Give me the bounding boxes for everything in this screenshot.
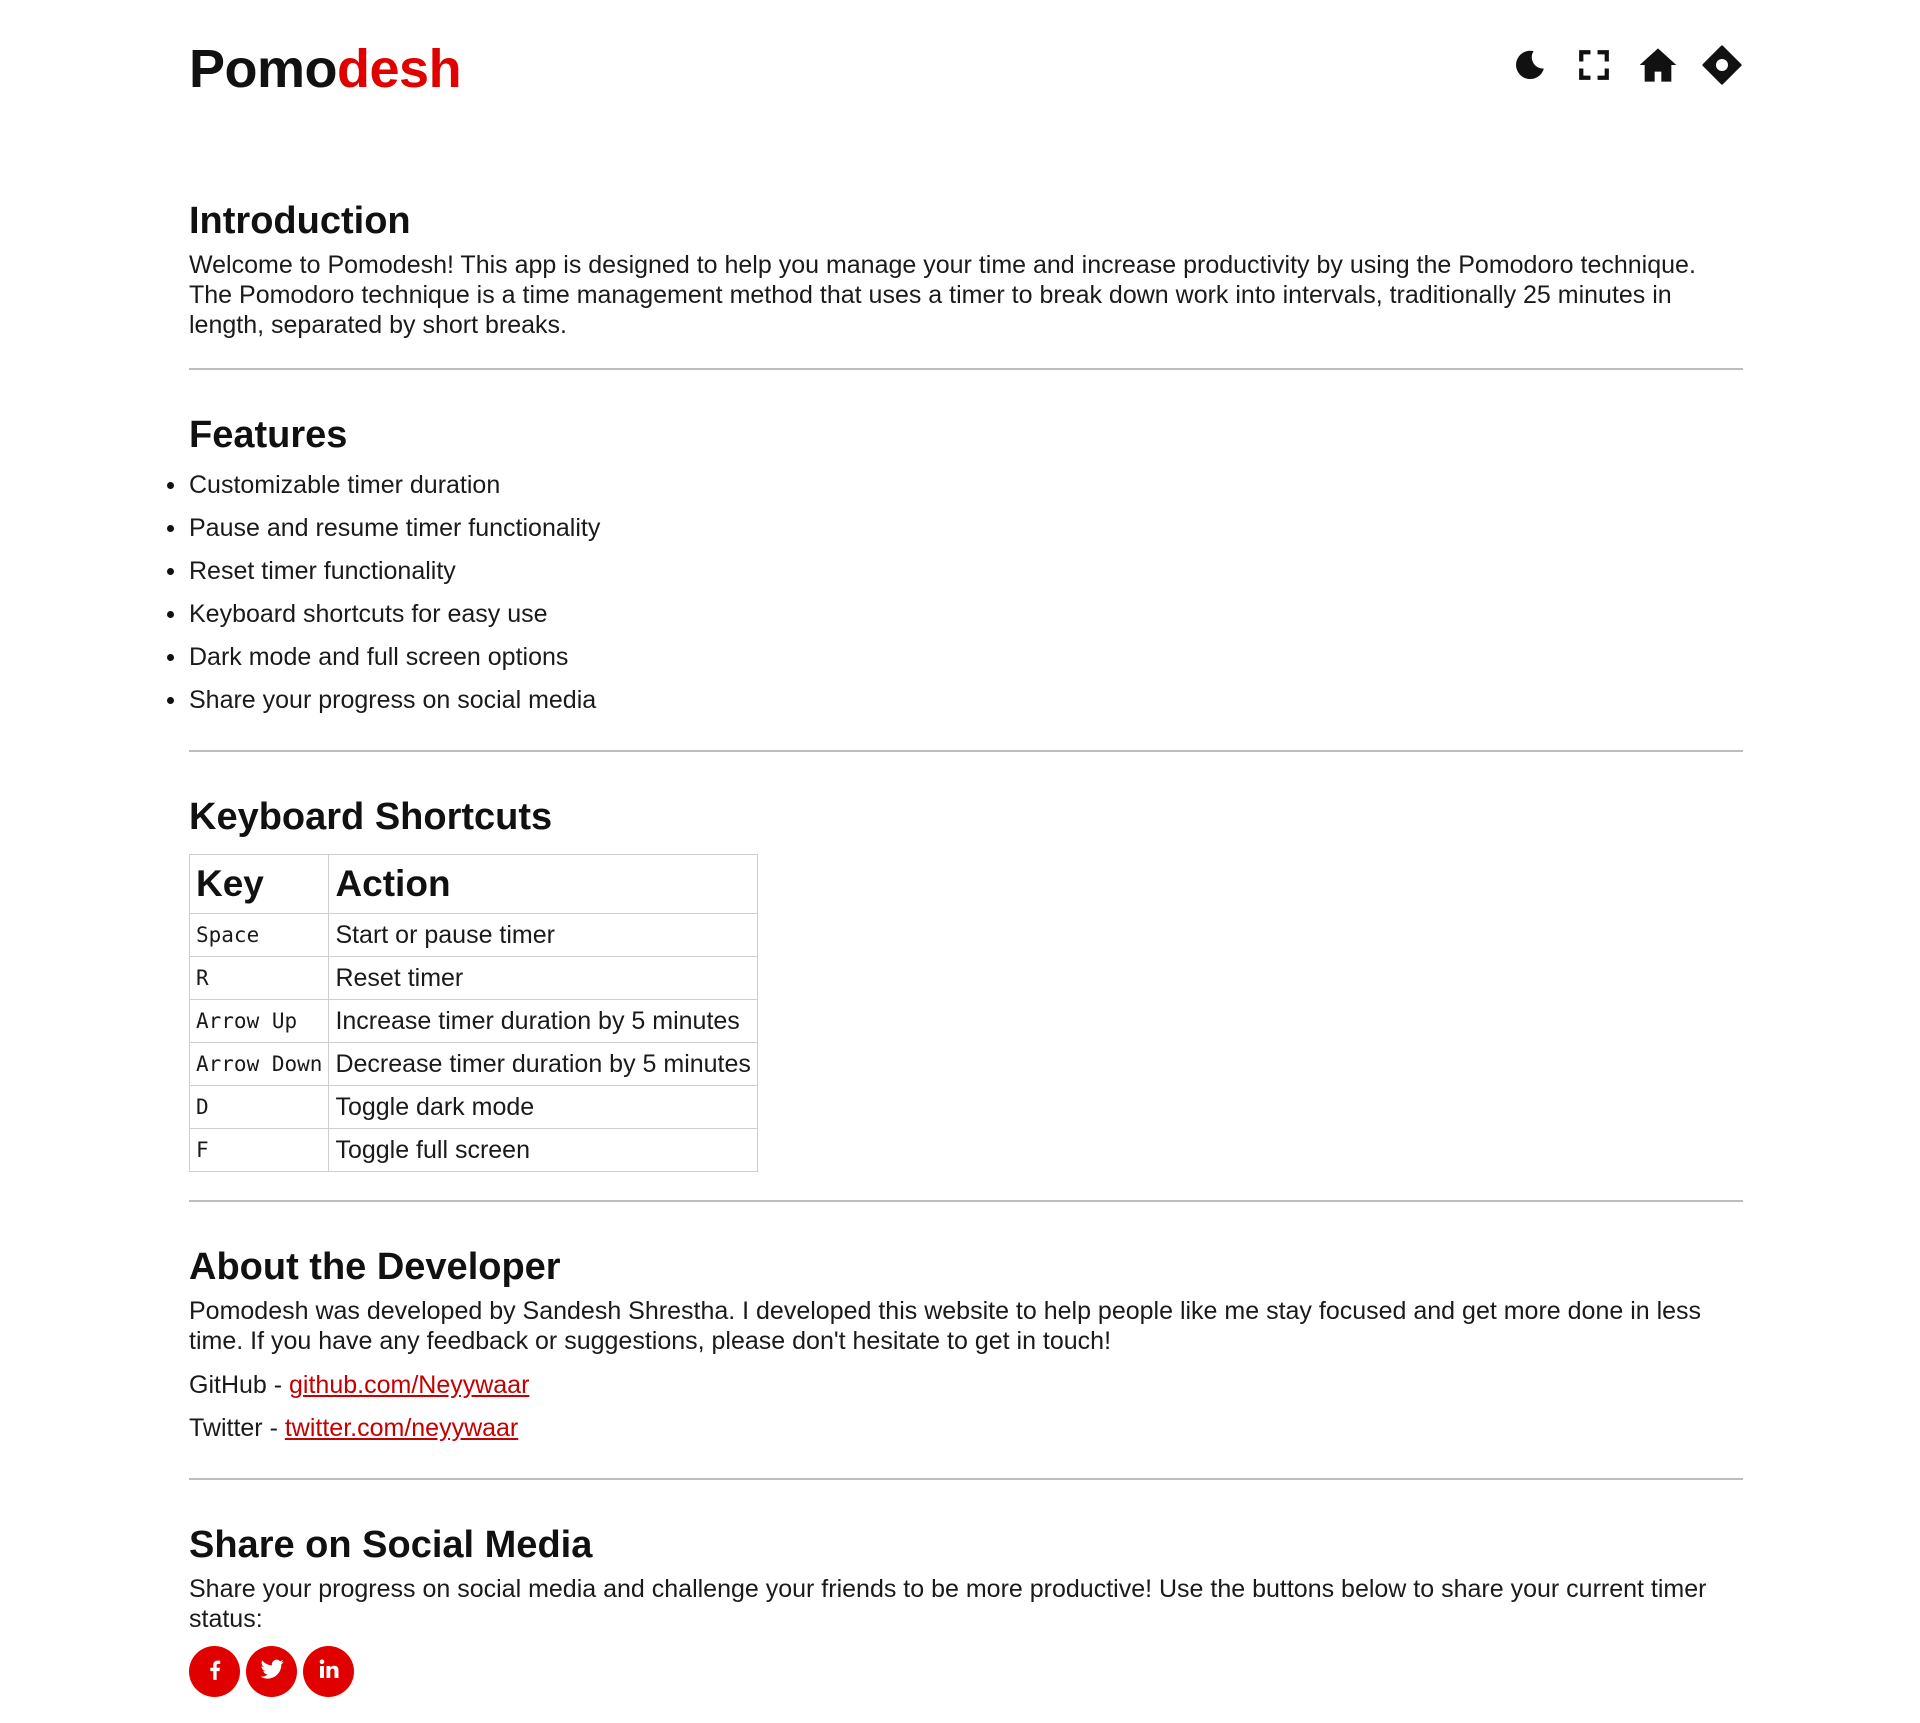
table-row: R Reset timer — [188, 956, 758, 1000]
shortcut-key: Arrow Up — [188, 999, 330, 1043]
shortcut-key: Space — [188, 913, 330, 957]
list-item: Reset timer functionality — [167, 550, 1743, 593]
table-row: Space Start or pause timer — [188, 913, 758, 957]
shortcuts-table: Key Action Space Start or pause timer R … — [188, 854, 758, 1172]
developer-links: GitHub - github.com/Neyywaar Twitter - t… — [189, 1364, 1743, 1450]
twitter-label: Twitter - — [189, 1414, 285, 1442]
twitter-row: Twitter - twitter.com/neyywaar — [189, 1407, 1743, 1450]
shortcut-action: Start or pause timer — [328, 913, 758, 957]
developer-section: About the Developer Pomodesh was develop… — [189, 1202, 1743, 1480]
list-item: Dark mode and full screen options — [167, 636, 1743, 679]
shortcut-action: Increase timer duration by 5 minutes — [328, 999, 758, 1043]
introduction-text: Welcome to Pomodesh! This app is designe… — [189, 251, 1696, 339]
shortcut-key: R — [188, 956, 330, 1000]
features-section: Features Customizable timer duration Pau… — [167, 370, 1743, 752]
shortcuts-section: Keyboard Shortcuts Key Action Space Star… — [188, 752, 1743, 1202]
table-header-row: Key Action — [188, 854, 758, 914]
moon-icon[interactable] — [1509, 44, 1551, 86]
twitter-link[interactable]: twitter.com/neyywaar — [285, 1414, 518, 1442]
table-row: D Toggle dark mode — [188, 1085, 758, 1129]
linkedin-icon — [317, 1657, 341, 1686]
facebook-icon — [202, 1656, 228, 1687]
fullscreen-icon[interactable] — [1573, 44, 1615, 86]
features-title: Features — [189, 414, 348, 456]
facebook-share-button[interactable] — [189, 1646, 240, 1697]
shortcut-action: Reset timer — [328, 956, 758, 1000]
github-link[interactable]: github.com/Neyywaar — [289, 1371, 529, 1399]
social-text: Share your progress on social media and … — [189, 1575, 1707, 1633]
list-item: Keyboard shortcuts for easy use — [167, 593, 1743, 636]
location-diamond-icon[interactable] — [1701, 44, 1743, 86]
social-section: Share on Social Media Share your progres… — [189, 1480, 1743, 1697]
logo-part-2: desh — [337, 39, 462, 99]
shortcut-key: D — [188, 1085, 330, 1129]
linkedin-share-button[interactable] — [303, 1646, 354, 1697]
list-item: Customizable timer duration — [167, 464, 1743, 507]
twitter-share-button[interactable] — [246, 1646, 297, 1697]
shortcuts-title: Keyboard Shortcuts — [189, 796, 553, 838]
introduction-title: Introduction — [189, 200, 411, 242]
list-item: Pause and resume timer functionality — [167, 507, 1743, 550]
shortcut-key: F — [188, 1128, 330, 1172]
twitter-icon — [258, 1655, 286, 1688]
social-buttons — [189, 1646, 1743, 1697]
table-row: F Toggle full screen — [188, 1128, 758, 1172]
column-header-action: Action — [328, 854, 758, 914]
table-row: Arrow Up Increase timer duration by 5 mi… — [188, 999, 758, 1043]
developer-text: Pomodesh was developed by Sandesh Shrest… — [189, 1297, 1702, 1355]
github-row: GitHub - github.com/Neyywaar — [189, 1364, 1743, 1407]
table-row: Arrow Down Decrease timer duration by 5 … — [188, 1042, 758, 1086]
logo[interactable]: Pomodesh — [189, 36, 462, 102]
nav-icons — [1509, 44, 1743, 86]
shortcut-action: Decrease timer duration by 5 minutes — [328, 1042, 758, 1086]
shortcut-action: Toggle dark mode — [328, 1085, 758, 1129]
github-label: GitHub - — [189, 1371, 290, 1399]
shortcut-key: Arrow Down — [188, 1042, 330, 1086]
developer-title: About the Developer — [189, 1246, 561, 1288]
list-item: Share your progress on social media — [167, 679, 1743, 722]
social-title: Share on Social Media — [189, 1524, 593, 1566]
logo-part-1: Pomo — [189, 39, 338, 99]
shortcut-action: Toggle full screen — [328, 1128, 758, 1172]
page: Pomodesh Introduction Welcome to Pomodes… — [167, 0, 1743, 1697]
home-icon[interactable] — [1637, 44, 1679, 86]
introduction-section: Introduction Welcome to Pomodesh! This a… — [189, 150, 1743, 370]
features-list: Customizable timer duration Pause and re… — [167, 464, 1743, 722]
column-header-key: Key — [188, 854, 330, 914]
header: Pomodesh — [189, 0, 1743, 150]
